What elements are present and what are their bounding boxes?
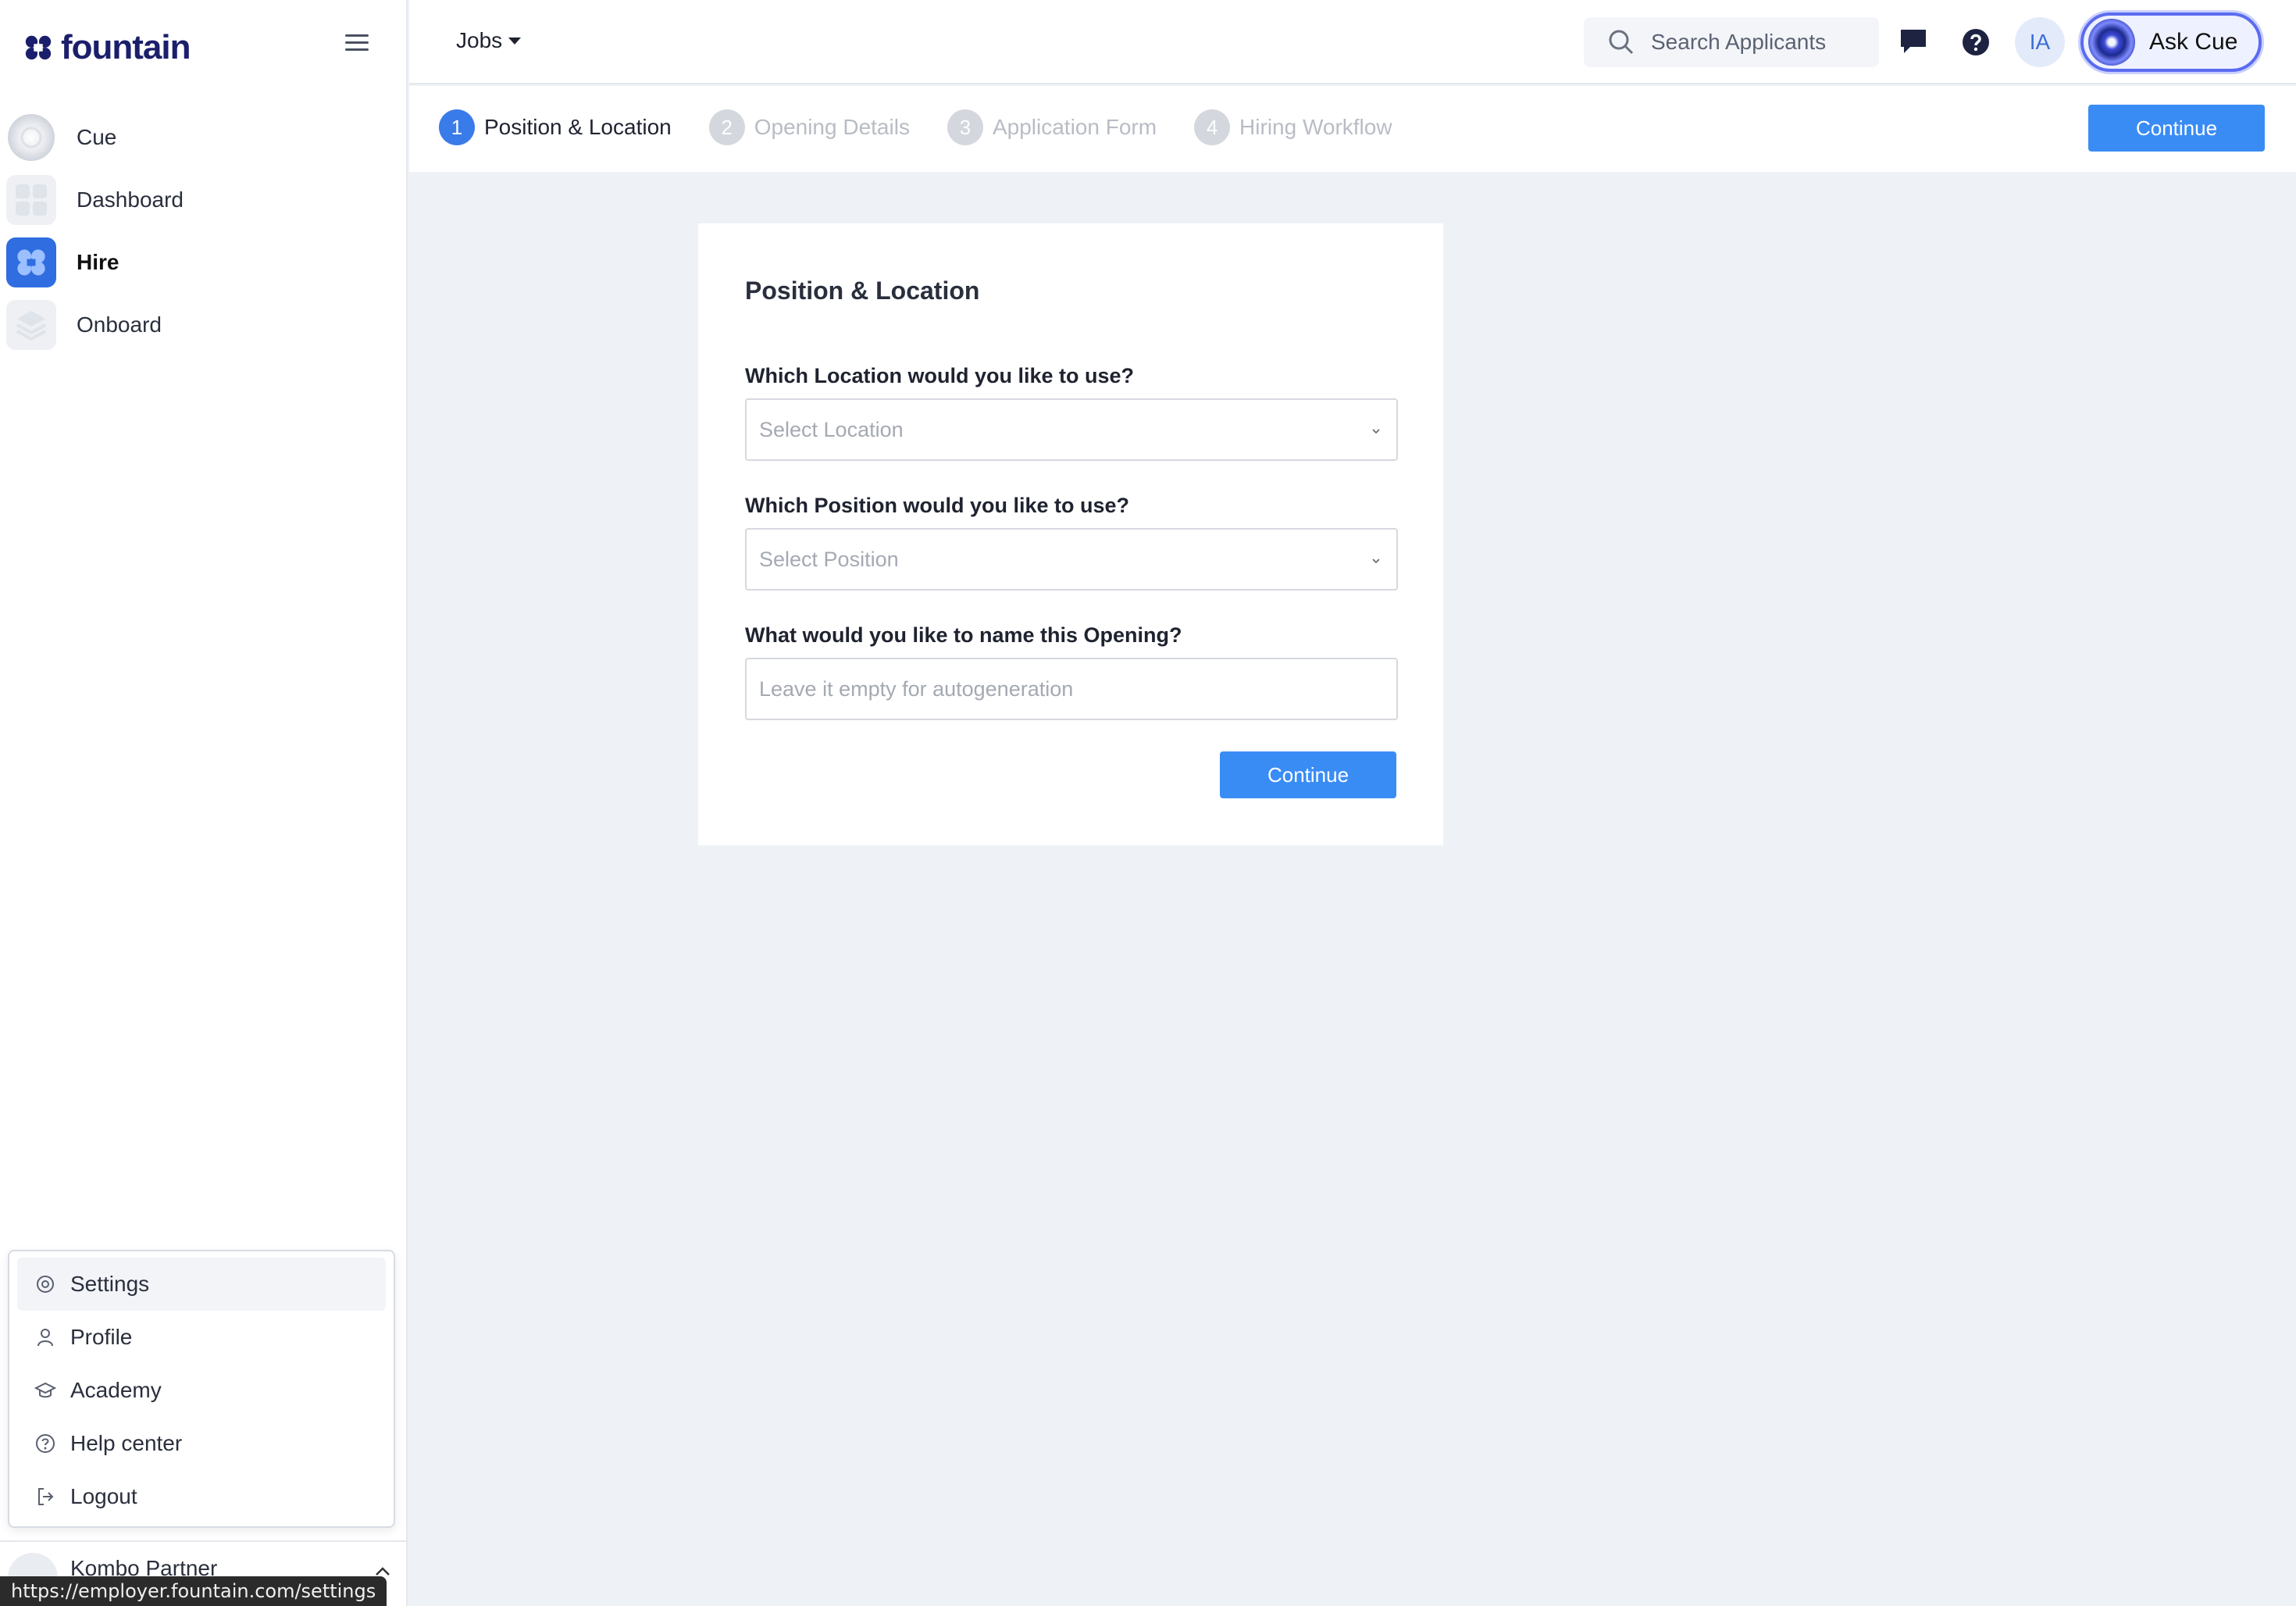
search-input[interactable] <box>1651 30 1862 55</box>
caret-down-icon <box>508 37 522 45</box>
sidebar-item-onboard[interactable]: Onboard <box>6 294 397 356</box>
sidebar-item-label: Onboard <box>77 312 162 337</box>
sidebar-item-label: Dashboard <box>77 187 184 212</box>
menu-item-logout[interactable]: Logout <box>17 1470 386 1523</box>
step-position-location[interactable]: 1 Position & Location <box>439 109 672 145</box>
step-number: 3 <box>947 109 983 145</box>
opening-name-input[interactable] <box>759 676 1368 701</box>
dashboard-grid-icon <box>6 175 56 225</box>
step-label: Application Form <box>992 115 1157 139</box>
graduation-cap-icon <box>34 1382 56 1398</box>
search-applicants[interactable] <box>1584 17 1879 67</box>
step-number: 1 <box>439 109 475 145</box>
ask-cue-button[interactable]: Ask Cue <box>2080 12 2262 72</box>
sidebar-item-label: Cue <box>77 125 117 149</box>
sidebar-item-dashboard[interactable]: Dashboard <box>6 169 397 231</box>
step-number: 2 <box>708 109 745 145</box>
menu-item-label: Academy <box>70 1378 162 1402</box>
search-icon <box>1609 30 1634 55</box>
sidebar-item-label: Hire <box>77 250 119 274</box>
sidebar-item-cue[interactable]: Cue <box>6 106 397 169</box>
brand-logo[interactable]: fountain <box>23 28 383 67</box>
step-number: 4 <box>1194 109 1231 145</box>
position-label: Which Position would you like to use? <box>745 494 1130 517</box>
jobs-label: Jobs <box>456 28 503 52</box>
location-select-placeholder: Select Location <box>759 417 904 441</box>
chat-icon[interactable] <box>1899 28 1927 55</box>
menu-item-label: Profile <box>70 1325 133 1349</box>
menu-item-label: Settings <box>70 1272 150 1296</box>
sidebar-item-hire[interactable]: Hire <box>6 231 397 294</box>
continue-button-top[interactable]: Continue <box>2088 105 2265 152</box>
step-hiring-workflow[interactable]: 4 Hiring Workflow <box>1194 109 1392 145</box>
question-circle-icon <box>36 1434 55 1453</box>
opening-name-field[interactable] <box>745 658 1398 720</box>
browser-status-url: https://employer.fountain.com/settings <box>0 1576 387 1606</box>
opening-name-label: What would you like to name this Opening… <box>745 623 1182 647</box>
wizard-steps-bar: 1 Position & Location 2 Opening Details … <box>409 86 2296 172</box>
user-menu-popup: Settings Profile Academy Help center Log… <box>8 1250 395 1528</box>
chevron-down-icon <box>1372 559 1380 564</box>
position-select[interactable]: Select Position <box>745 528 1398 591</box>
sidebar: fountain Cue Dashboard Hire Onboard Sett… <box>0 0 408 1606</box>
gear-icon <box>37 1276 54 1293</box>
position-select-placeholder: Select Position <box>759 547 899 571</box>
continue-button[interactable]: Continue <box>1220 751 1396 798</box>
ask-cue-label: Ask Cue <box>2149 29 2238 55</box>
cue-orb-icon <box>6 112 56 162</box>
menu-toggle-icon[interactable] <box>345 34 369 55</box>
step-label: Opening Details <box>754 115 910 139</box>
user-avatar[interactable]: IA <box>2015 17 2065 67</box>
location-select[interactable]: Select Location <box>745 398 1398 461</box>
card-title: Position & Location <box>745 277 980 305</box>
menu-item-settings[interactable]: Settings <box>17 1258 386 1311</box>
chevron-down-icon <box>1372 429 1380 434</box>
menu-item-academy[interactable]: Academy <box>17 1364 386 1417</box>
menu-item-profile[interactable]: Profile <box>17 1311 386 1364</box>
jobs-dropdown[interactable]: Jobs <box>456 28 522 53</box>
person-icon <box>37 1329 53 1347</box>
help-icon[interactable] <box>1962 28 1990 56</box>
top-bar: Jobs IA Ask Cue <box>409 0 2296 84</box>
cue-orb-icon <box>2088 19 2135 66</box>
sidebar-nav: Cue Dashboard Hire Onboard <box>6 106 397 356</box>
brand-name: fountain <box>61 28 191 66</box>
location-label: Which Location would you like to use? <box>745 364 1135 387</box>
onboard-layers-icon <box>6 300 56 350</box>
step-label: Position & Location <box>484 115 672 139</box>
menu-item-label: Logout <box>70 1484 137 1508</box>
logout-icon <box>38 1488 54 1505</box>
menu-item-label: Help center <box>70 1431 183 1455</box>
menu-item-help-center[interactable]: Help center <box>17 1417 386 1470</box>
hire-fountain-icon <box>6 237 56 287</box>
wizard-steps: 1 Position & Location 2 Opening Details … <box>439 109 1430 145</box>
step-label: Hiring Workflow <box>1239 115 1392 139</box>
position-location-card: Position & Location Which Location would… <box>698 223 1443 845</box>
step-application-form[interactable]: 3 Application Form <box>947 109 1157 145</box>
fountain-logo-icon <box>25 35 52 60</box>
step-opening-details[interactable]: 2 Opening Details <box>708 109 910 145</box>
